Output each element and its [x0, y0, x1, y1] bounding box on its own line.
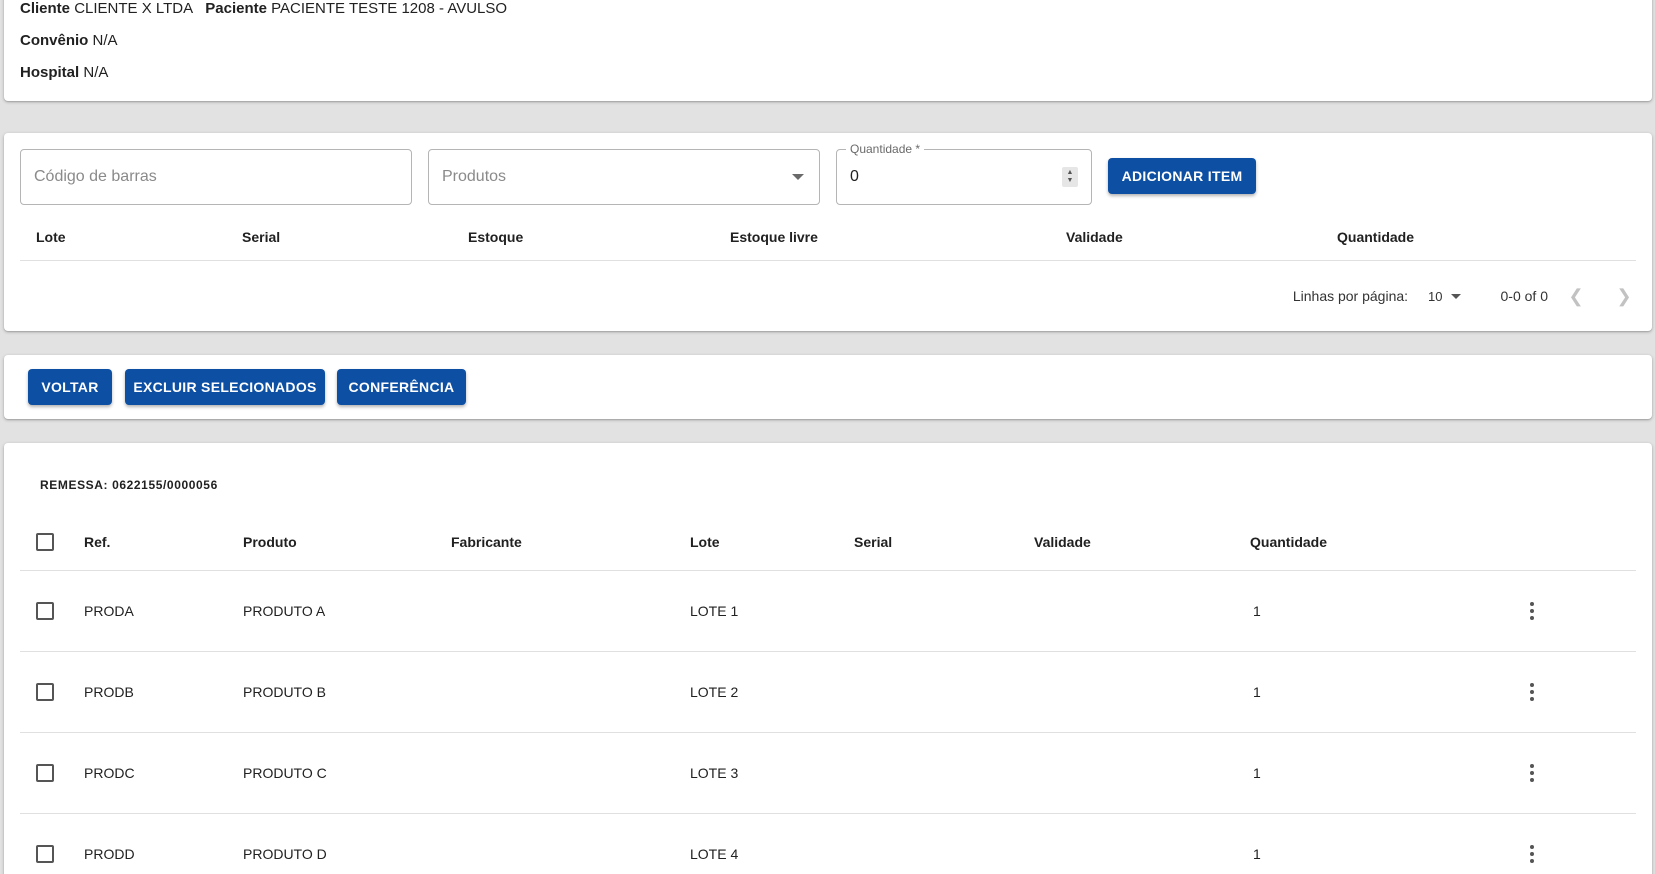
table-row[interactable]: PRODA PRODUTO A LOTE 1 1 [20, 571, 1636, 652]
table-row[interactable]: PRODC PRODUTO C LOTE 3 1 [20, 733, 1636, 814]
column-header-lote[interactable]: Lote [36, 213, 66, 260]
cell-ref: PRODA [84, 603, 134, 619]
column-header-estoque-livre[interactable]: Estoque livre [730, 213, 818, 260]
row-checkbox[interactable] [36, 764, 54, 782]
rows-per-page-label: Linhas por página: [1292, 288, 1409, 304]
table-row[interactable]: PRODD PRODUTO D LOTE 4 1 [20, 814, 1636, 874]
more-options-icon[interactable] [1520, 814, 1544, 874]
barcode-input[interactable]: Código de barras [20, 149, 412, 205]
column-header-quantidade[interactable]: Quantidade [1250, 513, 1327, 570]
more-options-icon[interactable] [1520, 652, 1544, 732]
table-row[interactable]: PRODB PRODUTO B LOTE 2 1 [20, 652, 1636, 733]
row-checkbox[interactable] [36, 602, 54, 620]
cell-quantidade: 1 [1253, 765, 1261, 781]
cell-produto: PRODUTO A [243, 603, 326, 619]
add-item-button[interactable]: ADICIONAR ITEM [1108, 158, 1256, 194]
stepper-up-icon[interactable]: ▲ [1067, 169, 1074, 177]
dropdown-arrow-icon [1450, 293, 1461, 299]
previous-page-icon[interactable]: ❮ [1564, 286, 1588, 307]
back-button[interactable]: VOLTAR [28, 369, 112, 405]
cell-ref: PRODB [84, 684, 134, 700]
stock-table-header: Lote Serial Estoque Estoque livre Valida… [20, 213, 1636, 261]
next-page-icon[interactable]: ❯ [1612, 286, 1636, 307]
column-header-serial[interactable]: Serial [242, 213, 280, 260]
client-label: Cliente [20, 0, 71, 17]
barcode-placeholder: Código de barras [34, 168, 157, 185]
cell-lote: LOTE 2 [690, 684, 739, 700]
row-checkbox[interactable] [36, 683, 54, 701]
patient-value: PACIENTE TESTE 1208 - AVULSO [271, 0, 508, 17]
pagination-range: 0-0 of 0 [1500, 288, 1548, 304]
rows-per-page-select[interactable]: 10 [1428, 289, 1462, 304]
dropdown-arrow-icon [792, 174, 804, 180]
quantity-input[interactable]: Quantidade * 0 ▲ ▼ [836, 142, 1092, 205]
cell-produto: PRODUTO C [243, 765, 327, 781]
column-header-fabricante[interactable]: Fabricante [451, 513, 522, 570]
stepper-down-icon[interactable]: ▼ [1067, 177, 1074, 185]
shipment-table-header: Ref. Produto Fabricante Lote Serial Vali… [20, 513, 1636, 571]
products-placeholder: Produtos [442, 168, 507, 185]
rows-per-page-value: 10 [1428, 288, 1443, 304]
column-header-serial[interactable]: Serial [854, 513, 892, 570]
column-header-estoque[interactable]: Estoque [468, 213, 523, 260]
cell-quantidade: 1 [1253, 684, 1261, 700]
cell-quantidade: 1 [1253, 603, 1261, 619]
actions-card: VOLTAR EXCLUIR SELECIONADOS CONFERÊNCIA [4, 355, 1652, 419]
more-options-icon[interactable] [1520, 571, 1544, 651]
cell-produto: PRODUTO B [243, 684, 326, 700]
cell-lote: LOTE 4 [690, 846, 739, 862]
column-header-ref[interactable]: Ref. [84, 513, 110, 570]
delete-selected-button[interactable]: EXCLUIR SELECIONADOS [125, 369, 325, 405]
products-select[interactable]: Produtos [428, 149, 820, 205]
quantity-value: 0 [850, 168, 859, 185]
insurance-line: Convênio N/A [20, 32, 118, 49]
shipment-title: REMESSA: 0622155/0000056 [40, 478, 218, 492]
quantity-label: Quantidade * [846, 142, 925, 156]
row-checkbox[interactable] [36, 845, 54, 863]
column-header-validade[interactable]: Validade [1066, 213, 1123, 260]
client-patient-line: Cliente CLIENTE X LTDA Paciente PACIENTE… [20, 0, 507, 17]
check-button[interactable]: CONFERÊNCIA [337, 369, 466, 405]
cell-quantidade: 1 [1253, 846, 1261, 862]
hospital-line: Hospital N/A [20, 64, 108, 81]
cell-lote: LOTE 1 [690, 603, 739, 619]
patient-label: Paciente [205, 0, 267, 17]
add-item-card: Código de barras Produtos Quantidade * 0… [4, 133, 1652, 331]
shipment-card: REMESSA: 0622155/0000056 Ref. Produto Fa… [4, 443, 1652, 874]
hospital-value: N/A [83, 64, 109, 81]
insurance-label: Convênio [20, 32, 89, 49]
insurance-value: N/A [92, 32, 118, 49]
cell-produto: PRODUTO D [243, 846, 327, 862]
cell-ref: PRODD [84, 846, 135, 862]
quantity-stepper[interactable]: ▲ ▼ [1062, 167, 1078, 187]
client-value: CLIENTE X LTDA [74, 0, 194, 17]
order-info-card: Cliente CLIENTE X LTDA Paciente PACIENTE… [4, 0, 1652, 101]
select-all-checkbox[interactable] [36, 533, 54, 551]
column-header-validade[interactable]: Validade [1034, 513, 1091, 570]
more-options-icon[interactable] [1520, 733, 1544, 813]
cell-ref: PRODC [84, 765, 135, 781]
column-header-lote[interactable]: Lote [690, 513, 720, 570]
table-pagination: Linhas por página: 10 0-0 of 0 ❮ ❯ [1293, 272, 1636, 320]
column-header-produto[interactable]: Produto [243, 513, 297, 570]
hospital-label: Hospital [20, 64, 80, 81]
cell-lote: LOTE 3 [690, 765, 739, 781]
column-header-quantidade[interactable]: Quantidade [1337, 213, 1414, 260]
